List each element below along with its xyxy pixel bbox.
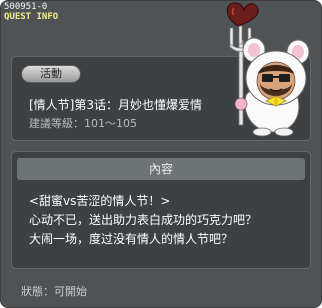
event-badge: 活動 <box>21 65 81 83</box>
bunny-npc-icon <box>226 2 310 137</box>
quest-info-header: QUEST INFO <box>4 12 59 22</box>
content-line-3: 大闹一场，度过没有情人的情人节吧？ <box>29 232 234 246</box>
quest-title: [情人节]第3话：月妙也懂爆爱情 <box>29 98 202 112</box>
content-header: 內容 <box>17 158 305 180</box>
content-line-2: 心动不已，送出助力表白成功的巧克力吧？ <box>29 213 258 227</box>
content-line-1: <甜蜜vs苦涩的情人节！> <box>29 194 171 208</box>
quest-status: 狀態：可開始 <box>21 285 87 298</box>
quest-id: 500951-0 <box>4 2 48 12</box>
recommended-level: 建議等級：101～105 <box>29 117 137 130</box>
